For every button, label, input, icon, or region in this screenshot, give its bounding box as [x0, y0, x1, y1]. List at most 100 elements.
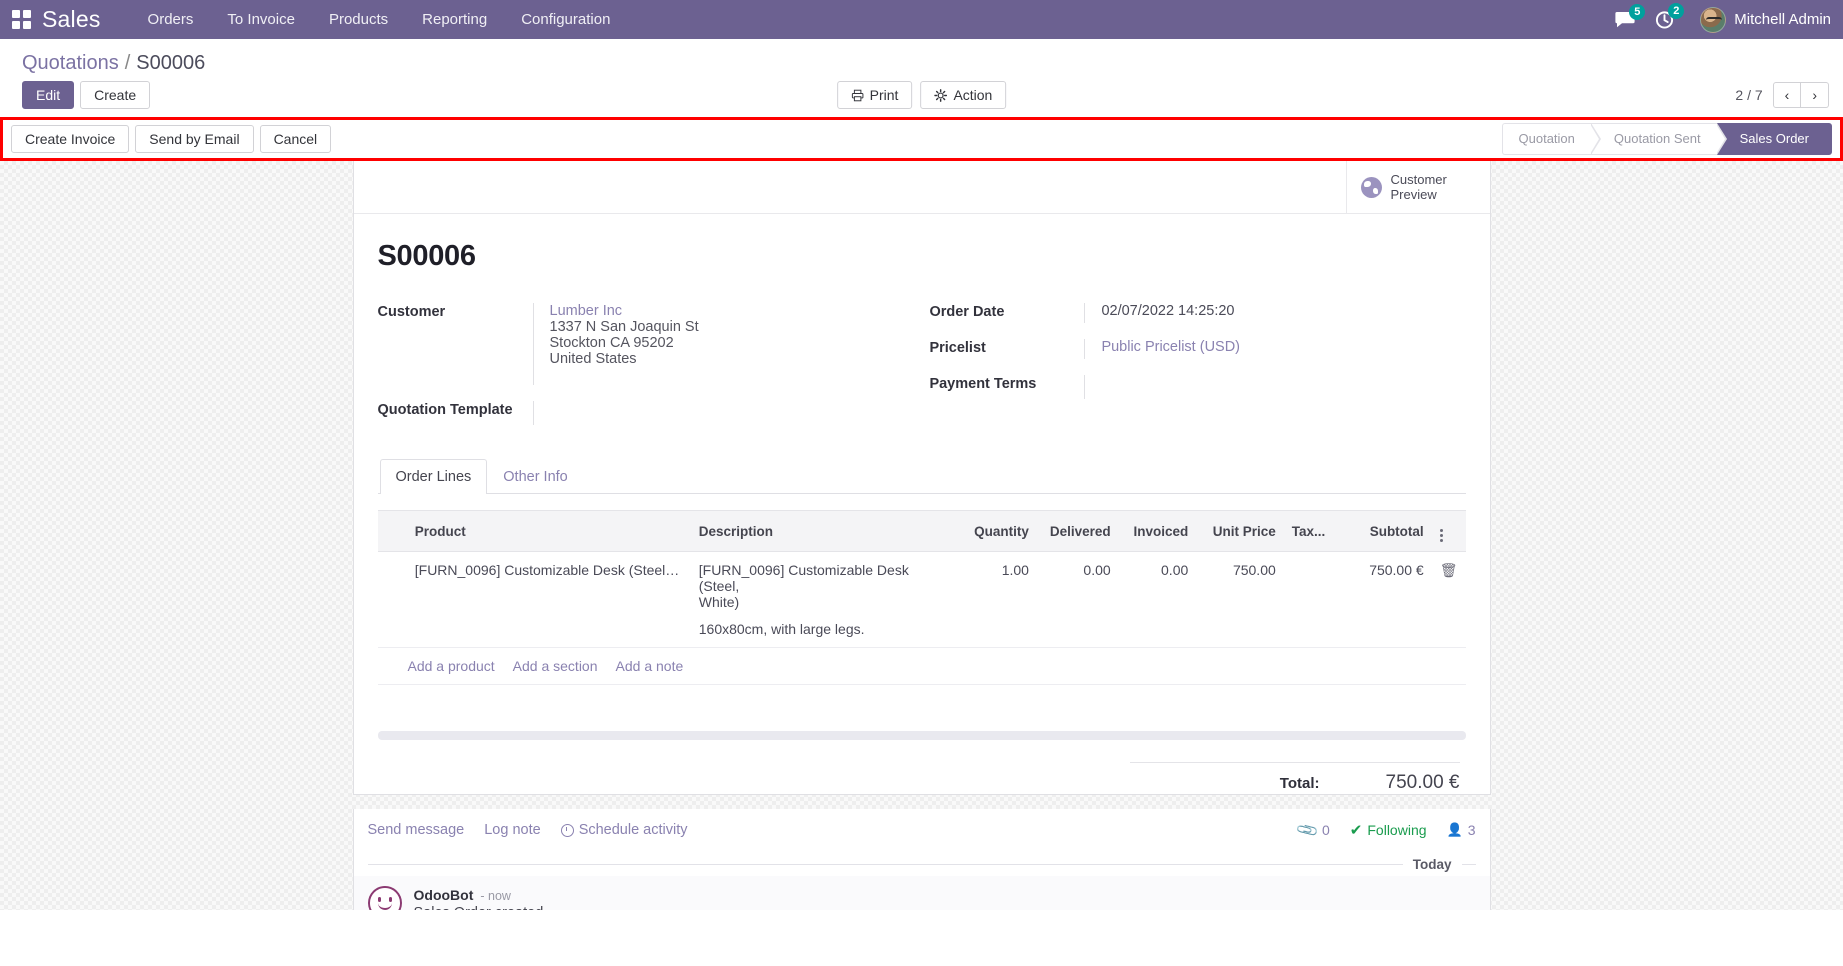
col-drag-handle [377, 510, 407, 552]
record-sheet: Customer Preview S00006 Customer Lumber … [352, 161, 1491, 795]
day-label: Today [1412, 857, 1452, 872]
breadcrumb-quotations[interactable]: Quotations [22, 52, 119, 75]
status-stage-quotation-sent[interactable]: Quotation Sent [1590, 123, 1727, 155]
cell-invoiced: 0.00 [1118, 551, 1197, 648]
field-order-date-value[interactable]: 02/07/2022 14:25:20 [1084, 303, 1465, 323]
customer-preview-button[interactable]: Customer Preview [1345, 161, 1490, 213]
messages-button[interactable]: 5 [1615, 3, 1646, 29]
list-item: ♥ OdooBot - now Sales Order created [353, 876, 1490, 910]
cancel-button[interactable]: Cancel [259, 125, 332, 153]
status-stage-quotation[interactable]: Quotation [1501, 123, 1602, 155]
avatar-eye-left [377, 897, 381, 902]
cell-unit-price: 750.00 [1196, 551, 1284, 648]
followers-count[interactable]: 👤 3 [1447, 822, 1476, 838]
apps-grid-icon[interactable] [12, 9, 32, 30]
paperclip-icon: 📎 [1295, 818, 1321, 843]
description-note: 160x80cm, with large legs. [698, 621, 865, 637]
customer-address-line-3: United States [549, 351, 637, 367]
cell-product: [FURN_0096] Customizable Desk (Steel, ..… [406, 551, 691, 648]
customer-link[interactable]: Lumber Inc [550, 303, 930, 319]
menu-item-to-invoice[interactable]: To Invoice [210, 0, 312, 39]
field-customer-value[interactable]: Lumber Inc 1337 N San Joaquin St Stockto… [532, 303, 930, 385]
statusbar-highlight-region: Create Invoice Send by Email Cancel Quot… [0, 117, 1843, 161]
messages-badge: 5 [1629, 3, 1646, 20]
control-panel: Quotations / S00006 Edit Create Print Ac… [0, 39, 1843, 117]
avatar-smile [377, 903, 392, 910]
message-header: OdooBot - now [414, 887, 544, 903]
notebook: Order Lines Other Info Product Descripti… [377, 459, 1466, 794]
add-a-note-link[interactable]: Add a note [616, 658, 684, 674]
breadcrumb-current: S00006 [136, 52, 206, 74]
field-payment-terms: Payment Terms [929, 375, 1465, 399]
message-author[interactable]: OdooBot [414, 887, 474, 903]
activities-button[interactable]: 2 [1655, 3, 1685, 29]
print-button[interactable]: Print [836, 81, 913, 109]
send-message-button[interactable]: Send message [368, 822, 465, 838]
row-drag-handle[interactable] [377, 551, 407, 648]
send-by-email-button[interactable]: Send by Email [135, 125, 254, 153]
totals-section: Total: 750.00 € [378, 762, 1466, 794]
tab-other-info[interactable]: Other Info [487, 459, 583, 494]
navbar-right: 5 2 Mitchell Admin [1615, 0, 1831, 39]
page-title: S00006 [377, 240, 476, 272]
stat-line-2: Preview [1390, 187, 1437, 202]
add-a-section-link[interactable]: Add a section [513, 658, 598, 674]
col-taxes: Tax... [1283, 510, 1334, 552]
menu-item-reporting[interactable]: Reporting [405, 0, 504, 39]
field-pricelist-value[interactable]: Public Pricelist (USD) [1084, 339, 1465, 359]
avatar-eye-right [388, 897, 392, 902]
table-horizontal-scrollbar[interactable] [377, 731, 1466, 740]
field-pricelist-label: Pricelist [929, 340, 986, 356]
field-payment-terms-label: Payment Terms [929, 376, 1037, 392]
attachments-count[interactable]: 📎 0 [1295, 818, 1329, 843]
schedule-activity-label: Schedule activity [578, 822, 688, 838]
col-optional-toggle[interactable] [1431, 510, 1466, 552]
description-line-1: [FURN_0096] Customizable Desk (Steel, [698, 562, 909, 594]
cell-delete[interactable]: 🗑 [1431, 551, 1466, 648]
col-unit-price: Unit Price [1196, 510, 1284, 552]
field-grid: Customer Lumber Inc 1337 N San Joaquin S… [378, 303, 1466, 441]
pager-previous-icon[interactable]: ‹ [1772, 82, 1802, 108]
field-payment-terms-value[interactable] [1084, 375, 1465, 399]
order-lines-table: Product Description Quantity Delivered I… [377, 510, 1466, 685]
clock-icon [560, 823, 574, 837]
chatter-stats: 📎 0 ✔ Following 👤 3 [1295, 818, 1476, 843]
action-label: Action [953, 87, 993, 103]
menu-item-products[interactable]: Products [312, 0, 405, 39]
pager-buttons: ‹ › [1772, 82, 1829, 108]
status-stage-sales-order[interactable]: Sales Order [1716, 123, 1832, 155]
following-label: Following [1367, 822, 1427, 838]
field-order-date: Order Date 02/07/2022 14:25:20 [929, 303, 1465, 323]
control-panel-dropdowns: Print Action [836, 81, 1007, 109]
trash-icon[interactable]: 🗑 [1440, 562, 1458, 578]
user-icon: 👤 [1446, 822, 1463, 837]
create-invoice-button[interactable]: Create Invoice [11, 125, 130, 153]
field-quotation-template-label: Quotation Template [377, 402, 513, 418]
customer-address-line-1: 1337 N San Joaquin St [549, 319, 699, 335]
avatar [1700, 6, 1727, 33]
pager-next-icon[interactable]: › [1801, 82, 1829, 108]
activities-badge: 2 [1668, 3, 1685, 19]
menu-item-orders[interactable]: Orders [131, 0, 211, 39]
col-delivered: Delivered [1036, 510, 1119, 552]
form-view-body: Customer Preview S00006 Customer Lumber … [0, 161, 1843, 910]
user-name: Mitchell Admin [1734, 11, 1831, 28]
schedule-activity-button[interactable]: Schedule activity [560, 822, 688, 838]
total-value: 750.00 € [1385, 772, 1460, 793]
app-brand-sales[interactable]: Sales [42, 6, 101, 33]
log-note-button[interactable]: Log note [484, 822, 540, 838]
table-row[interactable]: [FURN_0096] Customizable Desk (Steel, ..… [377, 551, 1466, 648]
create-button[interactable]: Create [80, 81, 151, 109]
order-lines-header: Product Description Quantity Delivered I… [377, 510, 1466, 552]
menu-item-configuration[interactable]: Configuration [504, 0, 627, 39]
action-button[interactable]: Action [920, 81, 1007, 109]
tab-order-lines[interactable]: Order Lines [379, 459, 488, 494]
following-toggle[interactable]: ✔ Following [1350, 821, 1427, 839]
user-menu[interactable]: Mitchell Admin [1700, 6, 1831, 33]
edit-button[interactable]: Edit [22, 81, 75, 109]
record-actions: Edit Create [22, 81, 151, 109]
printer-icon [851, 89, 863, 101]
add-a-product-link[interactable]: Add a product [408, 658, 495, 674]
field-quotation-template-value[interactable] [532, 401, 930, 425]
kebab-menu-icon[interactable] [1439, 529, 1443, 542]
